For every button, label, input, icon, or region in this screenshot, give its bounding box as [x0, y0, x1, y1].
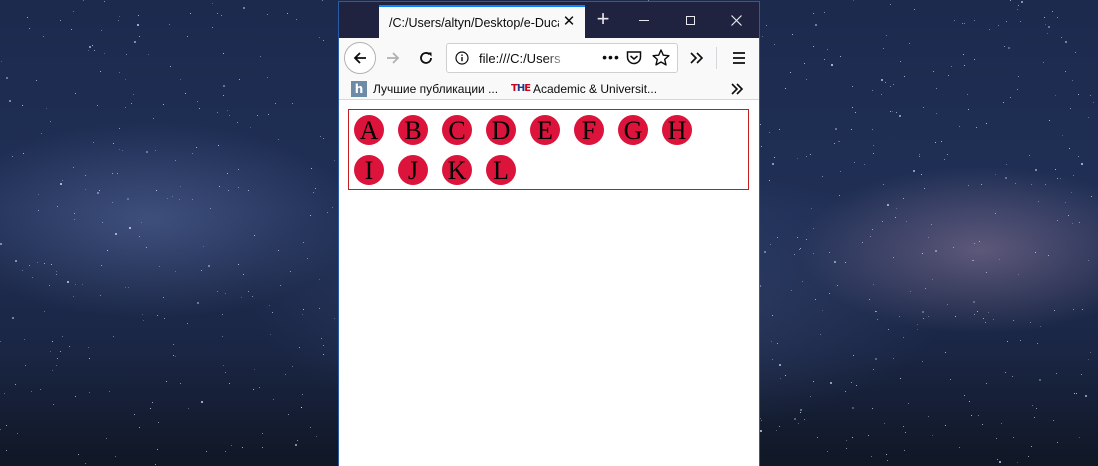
letter-circle-e: E: [530, 115, 560, 145]
address-bar[interactable]: file:///C:/Users •••: [446, 43, 678, 73]
bookmark-label: Лучшие публикации ...: [373, 82, 499, 96]
letter-circle-k: K: [442, 155, 472, 185]
page-content: ABCDEFGH IJKL: [339, 100, 759, 466]
letter-circle-c: C: [442, 115, 472, 145]
browser-window: /C:/Users/altyn/Desktop/e-Duca ✕ + file:…: [339, 2, 759, 466]
maximize-button[interactable]: [667, 2, 713, 38]
letter-circle-g: G: [618, 115, 648, 145]
new-tab-icon[interactable]: +: [591, 8, 615, 32]
bookmark-label: Academic & Universit...: [533, 82, 658, 96]
forward-arrow-icon: [387, 52, 400, 64]
reload-icon: [420, 52, 432, 64]
letter-circle-h: H: [662, 115, 692, 145]
tab-title: /C:/Users/altyn/Desktop/e-Duca: [389, 15, 559, 30]
active-tab[interactable]: /C:/Users/altyn/Desktop/e-Duca ✕: [379, 5, 585, 38]
navigation-toolbar: file:///C:/Users •••: [339, 38, 759, 78]
letter-circle-l: L: [486, 155, 516, 185]
bookmarks-overflow-chevron-icon[interactable]: [727, 79, 747, 99]
h-site-icon: h: [351, 81, 367, 97]
letter-circle-a: A: [354, 115, 384, 145]
letter-circle-b: B: [398, 115, 428, 145]
bookmark-item-2[interactable]: THE Academic & Universit...: [511, 80, 657, 98]
letter-container: ABCDEFGH IJKL: [348, 109, 749, 190]
forward-button[interactable]: [379, 44, 407, 72]
letter-circle-f: F: [574, 115, 604, 145]
title-bar: /C:/Users/altyn/Desktop/e-Duca ✕ +: [339, 2, 759, 38]
the-logo-icon: THE: [511, 83, 531, 94]
minimize-icon: [639, 19, 649, 21]
bookmark-star-icon[interactable]: [651, 48, 671, 68]
bookmarks-toolbar: h Лучшие публикации ... THE Academic & U…: [339, 78, 759, 100]
back-arrow-icon: [353, 52, 366, 64]
close-window-button[interactable]: [713, 2, 759, 38]
bookmark-item-1[interactable]: h Лучшие публикации ...: [351, 80, 498, 98]
back-button[interactable]: [344, 42, 376, 74]
maximize-icon: [685, 15, 695, 25]
toolbar-separator: [716, 47, 717, 69]
hamburger-menu-icon[interactable]: [727, 46, 751, 70]
page-actions-icon[interactable]: •••: [599, 46, 623, 70]
close-icon: [730, 14, 742, 26]
pocket-icon[interactable]: [625, 49, 643, 67]
info-icon[interactable]: [455, 51, 469, 65]
reload-button[interactable]: [412, 44, 440, 72]
minimize-button[interactable]: [621, 2, 667, 38]
letter-circle-j: J: [398, 155, 428, 185]
overflow-chevron-icon[interactable]: [685, 46, 709, 70]
letter-circle-i: I: [354, 155, 384, 185]
tab-close-icon[interactable]: ✕: [561, 14, 577, 30]
letter-circle-d: D: [486, 115, 516, 145]
url-text[interactable]: file:///C:/Users: [479, 51, 571, 66]
